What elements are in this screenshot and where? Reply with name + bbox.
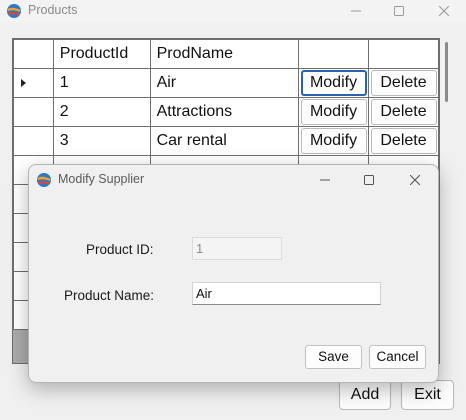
- row-header[interactable]: [13, 68, 54, 98]
- cell-productid[interactable]: 2: [52, 97, 151, 127]
- close-icon: [410, 175, 420, 185]
- dialog-title: Modify Supplier: [58, 172, 145, 186]
- product-id-field: [192, 237, 282, 260]
- table-row[interactable]: 3 Car rental Modify Delete: [13, 126, 439, 156]
- modify-button[interactable]: Modify: [300, 99, 367, 125]
- dialog-maximize-button[interactable]: [349, 165, 389, 195]
- column-header-modify[interactable]: [298, 39, 369, 69]
- product-name-label: Product Name:: [64, 288, 155, 303]
- corner-header: [13, 39, 54, 69]
- close-icon: [439, 6, 449, 16]
- column-header-delete[interactable]: [368, 39, 439, 69]
- modify-button[interactable]: Modify: [300, 70, 367, 96]
- cell-delete: Delete: [368, 126, 439, 156]
- maximize-icon: [394, 6, 404, 16]
- current-row-arrow-icon: [21, 79, 26, 87]
- add-button[interactable]: Add: [339, 380, 391, 410]
- table-row[interactable]: 1 Air Modify Delete: [13, 68, 439, 98]
- save-button[interactable]: Save: [305, 345, 362, 369]
- maximize-button[interactable]: [377, 0, 421, 22]
- window-title: Products: [28, 3, 78, 17]
- delete-button[interactable]: Delete: [370, 128, 437, 154]
- cell-prodname[interactable]: Car rental: [149, 126, 300, 156]
- minimize-button[interactable]: [334, 0, 378, 22]
- cell-productid[interactable]: 1: [52, 68, 151, 98]
- cell-modify: Modify: [298, 97, 369, 127]
- app-logo-icon: [6, 3, 22, 19]
- main-titlebar: Products: [0, 0, 466, 22]
- cancel-button[interactable]: Cancel: [369, 345, 426, 369]
- modify-supplier-dialog: Modify Supplier Product ID: Product Name…: [28, 164, 439, 383]
- row-header[interactable]: [13, 126, 54, 156]
- cell-delete: Delete: [368, 68, 439, 98]
- close-button[interactable]: [422, 0, 466, 22]
- table-row[interactable]: 2 Attractions Modify Delete: [13, 97, 439, 127]
- modify-button[interactable]: Modify: [300, 128, 367, 154]
- scrollbar-thumb[interactable]: [445, 42, 448, 102]
- cell-productid[interactable]: 3: [52, 126, 151, 156]
- exit-button[interactable]: Exit: [401, 380, 454, 410]
- dialog-close-button[interactable]: [395, 165, 435, 195]
- dialog-minimize-button[interactable]: [305, 165, 345, 195]
- app-logo-icon: [36, 172, 52, 188]
- cell-delete: Delete: [368, 97, 439, 127]
- delete-button[interactable]: Delete: [370, 99, 437, 125]
- cell-prodname[interactable]: Air: [149, 68, 300, 98]
- product-id-label: Product ID:: [86, 242, 154, 257]
- column-header-prodname[interactable]: ProdName: [149, 39, 300, 69]
- grid-header-row: ProductId ProdName: [13, 39, 439, 69]
- cell-prodname[interactable]: Attractions: [149, 97, 300, 127]
- product-name-field[interactable]: [192, 282, 381, 305]
- minimize-icon: [320, 179, 330, 181]
- minimize-icon: [351, 10, 361, 12]
- maximize-icon: [364, 175, 374, 185]
- cell-modify: Modify: [298, 126, 369, 156]
- cell-modify: Modify: [298, 68, 369, 98]
- column-header-productid[interactable]: ProductId: [52, 39, 151, 69]
- row-header[interactable]: [13, 97, 54, 127]
- grid-vertical-scrollbar[interactable]: [442, 38, 452, 364]
- delete-button[interactable]: Delete: [370, 70, 437, 96]
